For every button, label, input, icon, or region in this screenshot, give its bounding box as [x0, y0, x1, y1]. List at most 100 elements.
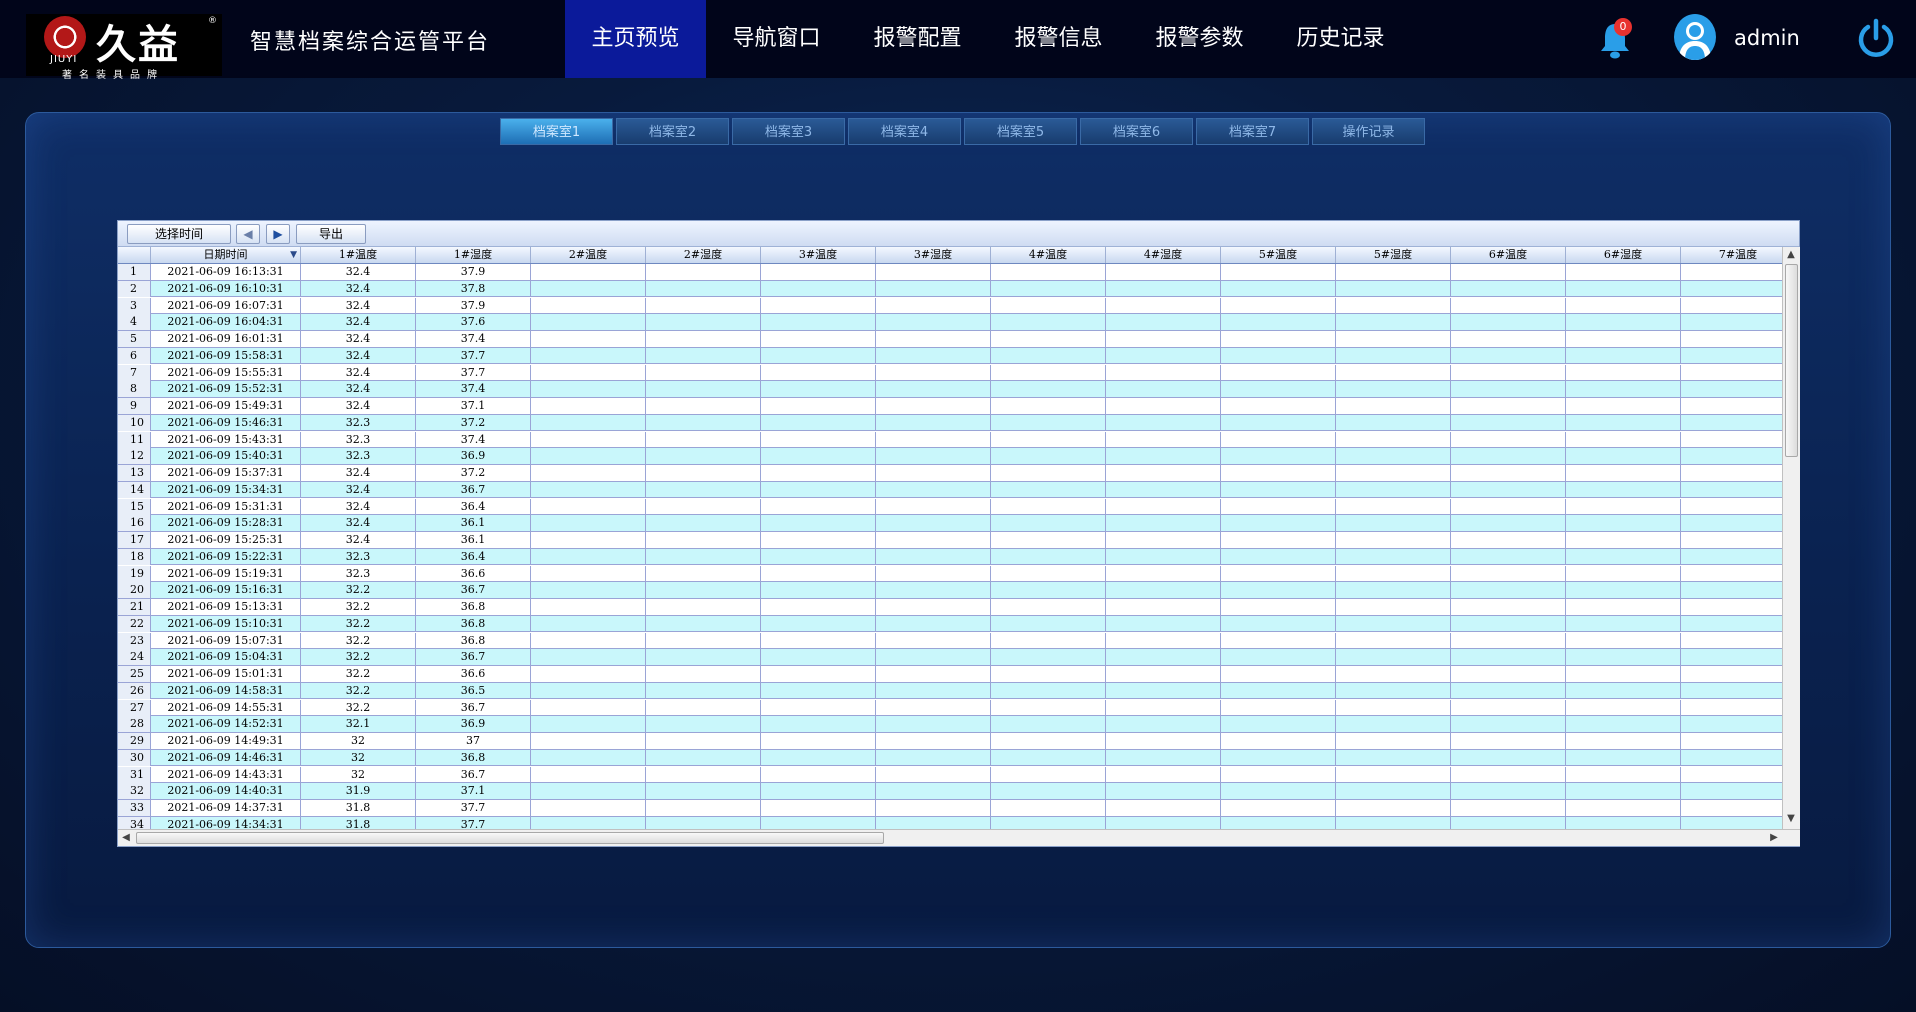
tab-archive-room-7[interactable]: 档案室7 [1196, 118, 1309, 145]
tab-operation-log[interactable]: 操作记录 [1312, 118, 1425, 145]
column-header[interactable]: 2#温度 [531, 247, 646, 263]
table-row[interactable]: 17 2021-06-09 15:25:31 32.4 36.1 [118, 532, 1782, 549]
table-row[interactable]: 31 2021-06-09 14:43:31 32 36.7 [118, 766, 1782, 784]
table-row[interactable]: 26 2021-06-09 14:58:31 32.2 36.5 [118, 682, 1782, 700]
table-cell [1681, 331, 1782, 347]
table-row[interactable]: 18 2021-06-09 15:22:31 32.3 36.4 [118, 548, 1782, 566]
table-row[interactable]: 20 2021-06-09 15:16:31 32.2 36.7 [118, 582, 1782, 599]
table-row[interactable]: 16 2021-06-09 15:28:31 32.4 36.1 [118, 515, 1782, 532]
table-cell: 32.2 [301, 699, 416, 716]
table-cell: 2021-06-09 15:01:31 [151, 666, 301, 682]
tab-archive-room-6[interactable]: 档案室6 [1080, 118, 1193, 145]
column-header[interactable]: 2#湿度 [646, 247, 761, 263]
table-row[interactable]: 13 2021-06-09 15:37:31 32.4 37.2 [118, 465, 1782, 482]
column-header[interactable]: 7#温度 [1681, 247, 1782, 263]
table-row[interactable]: 34 2021-06-09 14:34:31 31.8 37.7 [118, 816, 1782, 829]
tab-archive-room-5[interactable]: 档案室5 [964, 118, 1077, 145]
table-row[interactable]: 24 2021-06-09 15:04:31 32.2 36.7 [118, 649, 1782, 666]
next-page-button[interactable]: ▶ [266, 224, 290, 244]
table-row[interactable]: 8 2021-06-09 15:52:31 32.4 37.4 [118, 381, 1782, 398]
table-cell [761, 749, 876, 766]
export-button[interactable]: 导出 [296, 224, 366, 244]
table-row[interactable]: 22 2021-06-09 15:10:31 32.2 36.8 [118, 615, 1782, 633]
table-row[interactable]: 19 2021-06-09 15:19:31 32.3 36.6 [118, 565, 1782, 583]
table-row[interactable]: 32 2021-06-09 14:40:31 31.9 37.1 [118, 783, 1782, 800]
table-cell: 36.7 [416, 649, 531, 666]
scroll-up-icon[interactable]: ▲ [1783, 247, 1799, 263]
column-header[interactable]: 5#湿度 [1336, 247, 1451, 263]
nav-item-navigation-window[interactable]: 导航窗口 [706, 0, 847, 78]
table-row[interactable]: 1 2021-06-09 16:13:31 32.4 37.9 [118, 264, 1782, 281]
table-cell: 2021-06-09 16:07:31 [151, 297, 301, 314]
tab-archive-room-4[interactable]: 档案室4 [848, 118, 961, 145]
sort-down-icon[interactable]: ▼ [290, 247, 297, 263]
tab-archive-room-1[interactable]: 档案室1 [500, 118, 613, 145]
column-header[interactable]: 3#湿度 [876, 247, 991, 263]
horizontal-scroll-thumb[interactable] [136, 832, 884, 844]
table-row[interactable]: 30 2021-06-09 14:46:31 32 36.8 [118, 749, 1782, 767]
horizontal-scrollbar[interactable]: ◀ ▶ [118, 829, 1800, 846]
column-header[interactable]: 1#湿度 [416, 247, 531, 263]
table-row[interactable]: 10 2021-06-09 15:46:31 32.3 37.2 [118, 414, 1782, 432]
table-cell [991, 548, 1106, 565]
nav-item-alarm-info[interactable]: 报警信息 [988, 0, 1129, 78]
column-header[interactable]: 1#温度 [301, 247, 416, 263]
table-cell [531, 666, 646, 682]
table-cell [991, 599, 1106, 615]
tab-archive-room-2[interactable]: 档案室2 [616, 118, 729, 145]
table-row[interactable]: 33 2021-06-09 14:37:31 31.8 37.7 [118, 800, 1782, 817]
table-row[interactable]: 14 2021-06-09 15:34:31 32.4 36.7 [118, 481, 1782, 499]
table-cell: 36.5 [416, 682, 531, 699]
nav-item-alarm-config[interactable]: 报警配置 [847, 0, 988, 78]
tab-archive-room-3[interactable]: 档案室3 [732, 118, 845, 145]
column-header[interactable]: 6#湿度 [1566, 247, 1681, 263]
table-cell [646, 615, 761, 632]
table-row[interactable]: 23 2021-06-09 15:07:31 32.2 36.8 [118, 632, 1782, 650]
scroll-left-icon[interactable]: ◀ [118, 830, 134, 846]
table-row[interactable]: 7 2021-06-09 15:55:31 32.4 37.7 [118, 364, 1782, 382]
column-header[interactable]: 4#湿度 [1106, 247, 1221, 263]
table-cell [1451, 783, 1566, 800]
column-header[interactable]: 5#温度 [1221, 247, 1336, 263]
table-cell [1566, 264, 1681, 280]
vertical-scroll-thumb[interactable] [1785, 264, 1798, 457]
table-cell [1451, 699, 1566, 716]
column-header[interactable]: 4#温度 [991, 247, 1106, 263]
column-header[interactable]: 3#温度 [761, 247, 876, 263]
username-label[interactable]: admin [1734, 26, 1800, 50]
table-row[interactable]: 12 2021-06-09 15:40:31 32.3 36.9 [118, 448, 1782, 465]
scroll-right-icon[interactable]: ▶ [1766, 830, 1782, 846]
table-row[interactable]: 6 2021-06-09 15:58:31 32.4 37.7 [118, 347, 1782, 365]
vertical-scrollbar[interactable]: ▲ ▼ [1782, 247, 1800, 829]
nav-item-history[interactable]: 历史记录 [1270, 0, 1411, 78]
table-row[interactable]: 5 2021-06-09 16:01:31 32.4 37.4 [118, 331, 1782, 348]
prev-page-button[interactable]: ◀ [236, 224, 260, 244]
scroll-down-icon[interactable]: ▼ [1783, 811, 1799, 827]
table-cell [1566, 783, 1681, 800]
table-cell: 2021-06-09 14:34:31 [151, 816, 301, 829]
nav-item-home-preview[interactable]: 主页预览 [565, 0, 706, 78]
table-row[interactable]: 15 2021-06-09 15:31:31 32.4 36.4 [118, 498, 1782, 516]
user-avatar-icon[interactable] [1674, 14, 1716, 60]
column-header[interactable]: 日期时间 ▼ [151, 247, 301, 263]
select-time-button[interactable]: 选择时间 [127, 224, 231, 244]
table-cell [1451, 264, 1566, 280]
nav-item-alarm-params[interactable]: 报警参数 [1129, 0, 1270, 78]
table-row[interactable]: 3 2021-06-09 16:07:31 32.4 37.9 [118, 297, 1782, 315]
table-row[interactable]: 4 2021-06-09 16:04:31 32.4 37.6 [118, 314, 1782, 331]
table-row[interactable]: 2 2021-06-09 16:10:31 32.4 37.8 [118, 280, 1782, 298]
column-header[interactable]: 6#温度 [1451, 247, 1566, 263]
table-row[interactable]: 27 2021-06-09 14:55:31 32.2 36.7 [118, 699, 1782, 717]
table-cell [876, 699, 991, 716]
row-index-cell: 31 [118, 766, 151, 783]
table-row[interactable]: 21 2021-06-09 15:13:31 32.2 36.8 [118, 599, 1782, 616]
table-cell [1336, 515, 1451, 532]
power-icon[interactable] [1856, 18, 1896, 58]
table-row[interactable]: 25 2021-06-09 15:01:31 32.2 36.6 [118, 666, 1782, 683]
table-row[interactable]: 29 2021-06-09 14:49:31 32 37 [118, 733, 1782, 750]
table-row[interactable]: 9 2021-06-09 15:49:31 32.4 37.1 [118, 398, 1782, 415]
table-row[interactable]: 28 2021-06-09 14:52:31 32.1 36.9 [118, 716, 1782, 733]
table-cell: 37.2 [416, 465, 531, 481]
table-row[interactable]: 11 2021-06-09 15:43:31 32.3 37.4 [118, 431, 1782, 449]
table-cell: 31.8 [301, 816, 416, 829]
